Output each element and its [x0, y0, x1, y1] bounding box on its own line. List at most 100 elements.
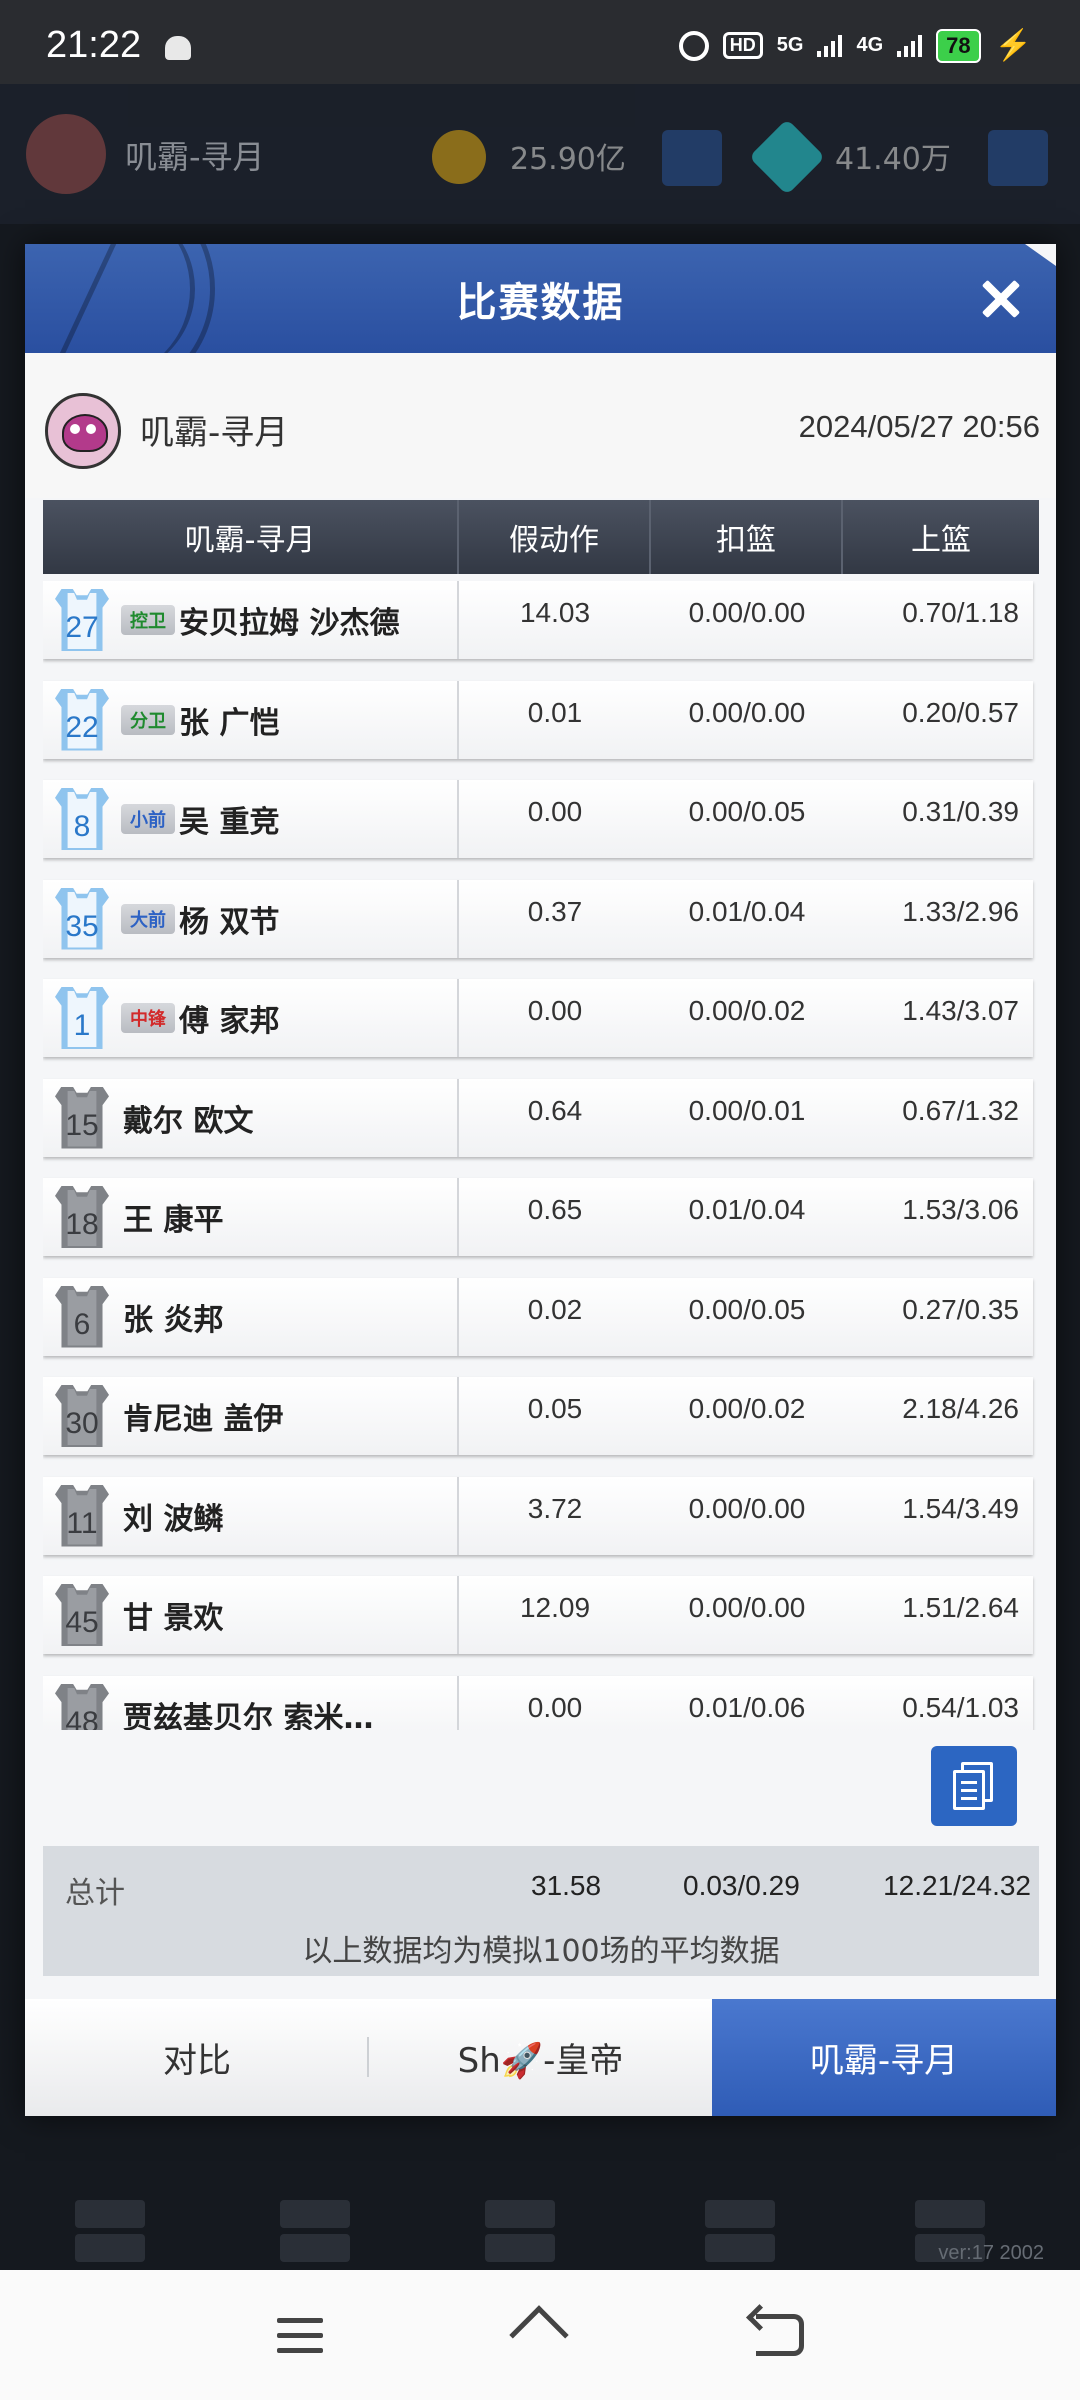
- player-name-cell: 48 贾兹基贝尔 索米…: [43, 1675, 459, 1731]
- jersey-number: 27: [65, 611, 99, 644]
- dunk-value: 0.01/0.04: [688, 1194, 806, 1225]
- fake-value: 0.00: [527, 1691, 583, 1723]
- signal-icon: [817, 34, 843, 57]
- layup-value: 1.54/3.49: [902, 1492, 1019, 1524]
- dunk-value: 0.00/0.02: [688, 995, 806, 1026]
- player-row[interactable]: 30 肯尼迪 盖伊 0.05 0.00/0.02 2.18/4.26: [43, 1377, 1033, 1455]
- player-row[interactable]: 1 中锋傅 家邦 0.00 0.00/0.02 1.43/3.07: [43, 979, 1033, 1057]
- match-datetime: 2024/05/27 20:56: [798, 409, 1040, 444]
- jersey-number: 22: [65, 710, 99, 744]
- jersey-icon: 1: [55, 987, 109, 1049]
- player-name: 张 广恺: [179, 705, 280, 741]
- player-row[interactable]: 15 戴尔 欧文 0.64 0.00/0.01 0.67/1.32: [43, 1078, 1033, 1157]
- player-name: 贾兹基贝尔 索米…: [123, 1700, 374, 1731]
- dunk-value: 0.01/0.04: [688, 895, 806, 927]
- signal-icon-2: [897, 34, 923, 57]
- column-header-dunk: 扣篮: [651, 500, 843, 574]
- player-name: 甘 景欢: [123, 1601, 224, 1636]
- layup-value: 0.20/0.57: [902, 696, 1019, 728]
- gem-value: 41.40万: [835, 142, 951, 177]
- fake-value: 12.09: [519, 1592, 591, 1623]
- totals-fake: 31.58: [531, 1870, 602, 1901]
- dunk-value: 0.00/0.05: [688, 1293, 806, 1325]
- jersey-icon: 8: [55, 788, 109, 850]
- player-name-cell: 15 戴尔 欧文: [43, 1078, 459, 1157]
- dunk-value: 0.00/0.01: [688, 1094, 806, 1126]
- player-name-cell: 30 肯尼迪 盖伊: [43, 1377, 459, 1455]
- fake-value: 0.05: [527, 1393, 583, 1424]
- jersey-icon: 15: [55, 1086, 109, 1149]
- player-row[interactable]: 11 刘 波鳞 3.72 0.00/0.00 1.54/3.49: [43, 1476, 1033, 1555]
- column-header-layup: 上篮: [911, 523, 971, 558]
- totals-dunk: 0.03/0.29: [683, 1870, 800, 1901]
- tab-compare[interactable]: 对比: [25, 1999, 369, 2116]
- dunk-value: 0.00/0.00: [688, 1492, 806, 1524]
- jersey-number: 8: [73, 810, 91, 843]
- background-team-name: 叽霸-寻月: [125, 138, 265, 176]
- dunk-value: 0.00/0.05: [688, 796, 806, 827]
- layup-value: 0.27/0.35: [902, 1293, 1019, 1325]
- network-5g-label: 5G: [776, 34, 804, 56]
- tab-opponent-team[interactable]: Sh🚀-皇帝: [369, 1999, 712, 2116]
- player-name: 刘 波鳞: [123, 1501, 224, 1537]
- layup-value: 0.54/1.03: [902, 1691, 1019, 1723]
- player-row[interactable]: 48 贾兹基贝尔 索米… 0.00 0.01/0.06 0.54/1.03: [43, 1675, 1033, 1731]
- player-name: 傅 家邦: [179, 1004, 280, 1039]
- player-name: 肯尼迪 盖伊: [123, 1402, 284, 1437]
- player-name-cell: 6 张 炎邦: [43, 1277, 459, 1356]
- dunk-value: 0.01/0.06: [688, 1691, 806, 1723]
- add-gem-button: [988, 130, 1048, 186]
- coin-value: 25.90亿: [510, 142, 626, 177]
- android-icon: [165, 36, 191, 60]
- player-row[interactable]: 18 王 康平 0.65 0.01/0.04 1.53/3.06: [43, 1178, 1033, 1256]
- jersey-number: 45: [65, 1606, 99, 1639]
- position-badge: 中锋: [121, 1003, 175, 1033]
- close-button[interactable]: [976, 274, 1026, 324]
- player-row[interactable]: 6 张 炎邦 0.02 0.00/0.05 0.27/0.35: [43, 1277, 1033, 1356]
- position-badge: 分卫: [121, 704, 175, 735]
- player-stats-list[interactable]: 27 控卫 安贝拉姆 沙杰德 14.03 0.00/0.00 0.70/1.18 22 分卫张…: [43, 581, 1039, 1730]
- team-name: 叽霸-寻月: [140, 413, 289, 453]
- layup-value: 0.70/1.18: [902, 597, 1019, 628]
- player-row[interactable]: 27 控卫 安贝拉姆 沙杰德 14.03 0.00/0.00 0.70/1.18: [43, 581, 1033, 659]
- player-row[interactable]: 35 大前杨 双节 0.37 0.01/0.04 1.33/2.96: [43, 879, 1033, 958]
- layup-value: 1.51/2.64: [902, 1592, 1019, 1623]
- layup-value: 0.67/1.32: [902, 1094, 1019, 1126]
- player-name-cell: 22 分卫张 广恺: [43, 680, 459, 759]
- home-icon[interactable]: [509, 2305, 570, 2365]
- charging-icon: ⚡: [994, 29, 1032, 62]
- fake-value: 0.65: [527, 1194, 583, 1225]
- fake-value: 0.02: [527, 1293, 583, 1325]
- player-row[interactable]: 8 小前吴 重竞 0.00 0.00/0.05 0.31/0.39: [43, 780, 1033, 858]
- jersey-icon: 45: [55, 1584, 109, 1646]
- jersey-icon: 30: [55, 1385, 109, 1447]
- jersey-number: 15: [65, 1108, 99, 1142]
- player-name-cell: 45 甘 景欢: [43, 1576, 459, 1654]
- add-coin-button: [662, 130, 722, 186]
- jersey-number: 1: [73, 1009, 91, 1042]
- player-row[interactable]: 45 甘 景欢 12.09 0.00/0.00 1.51/2.64: [43, 1576, 1033, 1654]
- menu-icon[interactable]: [277, 2318, 323, 2354]
- hd-badge: HD: [722, 32, 763, 59]
- column-header-team: 叽霸-寻月: [43, 500, 459, 574]
- layup-value: 1.43/3.07: [902, 995, 1019, 1026]
- fake-value: 0.00: [527, 995, 583, 1026]
- fake-value: 0.00: [527, 796, 583, 827]
- tab-own-team[interactable]: 叽霸-寻月: [712, 1999, 1056, 2116]
- player-name-cell: 1 中锋傅 家邦: [43, 979, 459, 1057]
- player-row[interactable]: 22 分卫张 广恺 0.01 0.00/0.00 0.20/0.57: [43, 680, 1033, 759]
- jersey-number: 6: [73, 1307, 91, 1341]
- status-bar: 21:22 HD 5G 4G 78 ⚡: [0, 0, 1080, 84]
- player-name-cell: 8 小前吴 重竞: [43, 780, 459, 858]
- totals-row: 总计 31.58 0.03/0.29 12.21/24.32 以上数据均为模拟1…: [43, 1846, 1039, 1976]
- back-icon[interactable]: [756, 2314, 804, 2356]
- copy-button[interactable]: [931, 1746, 1017, 1826]
- dunk-value: 0.00/0.02: [688, 1393, 806, 1424]
- layup-value: 1.33/2.96: [902, 895, 1019, 927]
- position-badge: 大前: [121, 903, 175, 934]
- player-name-cell: 35 大前杨 双节: [43, 879, 459, 958]
- gem-icon: [748, 118, 826, 196]
- fake-value: 0.37: [527, 895, 583, 927]
- jersey-number: 18: [65, 1208, 99, 1241]
- position-badge: 小前: [121, 804, 175, 834]
